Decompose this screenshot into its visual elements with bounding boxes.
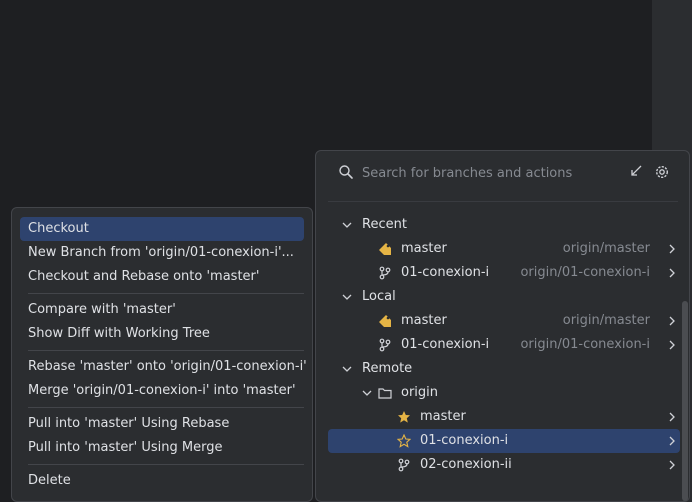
group-label: Recent bbox=[362, 217, 407, 232]
tracking-branch: origin/master bbox=[562, 241, 650, 256]
branch-icon bbox=[379, 266, 391, 280]
tag-icon bbox=[379, 243, 391, 255]
gear-icon[interactable] bbox=[654, 164, 670, 184]
tracking-branch: origin/master bbox=[562, 313, 650, 328]
remote-origin[interactable]: origin bbox=[328, 381, 680, 405]
branch-icon bbox=[398, 458, 410, 472]
chevron-right-icon bbox=[669, 268, 675, 278]
menu-item-pull-rebase[interactable]: Pull into 'master' Using Rebase bbox=[20, 412, 304, 436]
branch-row[interactable]: 01-conexion-i origin/01-conexion-i bbox=[328, 333, 680, 357]
menu-item-compare[interactable]: Compare with 'master' bbox=[20, 298, 304, 322]
collapse-icon[interactable] bbox=[629, 164, 643, 182]
chevron-right-icon bbox=[669, 436, 675, 446]
group-remote[interactable]: Remote bbox=[328, 357, 680, 381]
menu-separator bbox=[28, 407, 304, 408]
chevron-right-icon bbox=[669, 244, 675, 254]
remote-label: origin bbox=[401, 385, 439, 400]
branch-row[interactable]: master origin/master bbox=[328, 237, 680, 261]
menu-item-delete[interactable]: Delete bbox=[20, 469, 304, 493]
menu-separator bbox=[28, 350, 304, 351]
tracking-branch: origin/01-conexion-i bbox=[520, 265, 650, 280]
menu-separator bbox=[28, 464, 304, 465]
branch-row[interactable]: master bbox=[328, 405, 680, 429]
group-label: Remote bbox=[362, 361, 413, 376]
star-filled-icon bbox=[398, 411, 410, 423]
branch-tree: Recent master origin/master 01-conexion-… bbox=[328, 213, 680, 477]
branch-row[interactable]: 01-conexion-i origin/01-conexion-i bbox=[328, 261, 680, 285]
branch-row-selected[interactable]: 01-conexion-i bbox=[328, 429, 680, 453]
tag-icon bbox=[379, 315, 391, 327]
menu-item-merge[interactable]: Merge 'origin/01-conexion-i' into 'maste… bbox=[20, 379, 304, 403]
chevron-right-icon bbox=[669, 460, 675, 470]
branch-name: master bbox=[420, 409, 466, 424]
branch-name: 01-conexion-i bbox=[401, 337, 490, 352]
chevron-right-icon bbox=[669, 340, 675, 350]
menu-item-checkout-rebase[interactable]: Checkout and Rebase onto 'master' bbox=[20, 265, 304, 289]
branch-row[interactable]: 02-conexion-ii bbox=[328, 453, 680, 477]
chevron-right-icon bbox=[669, 316, 675, 326]
branch-name: master bbox=[401, 241, 447, 256]
search-icon bbox=[338, 164, 354, 184]
chevron-right-icon bbox=[669, 412, 675, 422]
branch-name: 02-conexion-ii bbox=[420, 457, 512, 472]
menu-item-show-diff[interactable]: Show Diff with Working Tree bbox=[20, 322, 304, 346]
branch-name: 01-conexion-i bbox=[401, 265, 490, 280]
menu-item-rebase[interactable]: Rebase 'master' onto 'origin/01-conexion… bbox=[20, 355, 307, 379]
menu-item-checkout[interactable]: Checkout bbox=[20, 217, 304, 241]
branch-context-menu: Checkout New Branch from 'origin/01-cone… bbox=[11, 207, 313, 502]
menu-item-pull-merge[interactable]: Pull into 'master' Using Merge bbox=[20, 436, 304, 460]
group-recent[interactable]: Recent bbox=[328, 213, 680, 237]
menu-item-new-branch[interactable]: New Branch from 'origin/01-conexion-i'..… bbox=[20, 241, 304, 265]
chevron-down-icon bbox=[342, 294, 352, 300]
star-outline-icon bbox=[397, 434, 411, 448]
menu-separator bbox=[28, 293, 304, 294]
branch-icon bbox=[379, 338, 391, 352]
tracking-branch: origin/01-conexion-i bbox=[520, 337, 650, 352]
search-row bbox=[328, 159, 676, 187]
scrollbar-thumb[interactable] bbox=[682, 301, 688, 501]
branches-popup: Recent master origin/master 01-conexion-… bbox=[315, 150, 690, 502]
group-label: Local bbox=[362, 289, 396, 304]
branch-row[interactable]: master origin/master bbox=[328, 309, 680, 333]
group-local[interactable]: Local bbox=[328, 285, 680, 309]
divider bbox=[328, 201, 678, 202]
chevron-down-icon bbox=[362, 390, 372, 396]
search-input[interactable] bbox=[362, 163, 622, 183]
chevron-down-icon bbox=[342, 366, 352, 372]
chevron-down-icon bbox=[342, 222, 352, 228]
branch-name: master bbox=[401, 313, 447, 328]
branch-name: 01-conexion-i bbox=[420, 433, 509, 448]
folder-icon bbox=[378, 388, 392, 399]
